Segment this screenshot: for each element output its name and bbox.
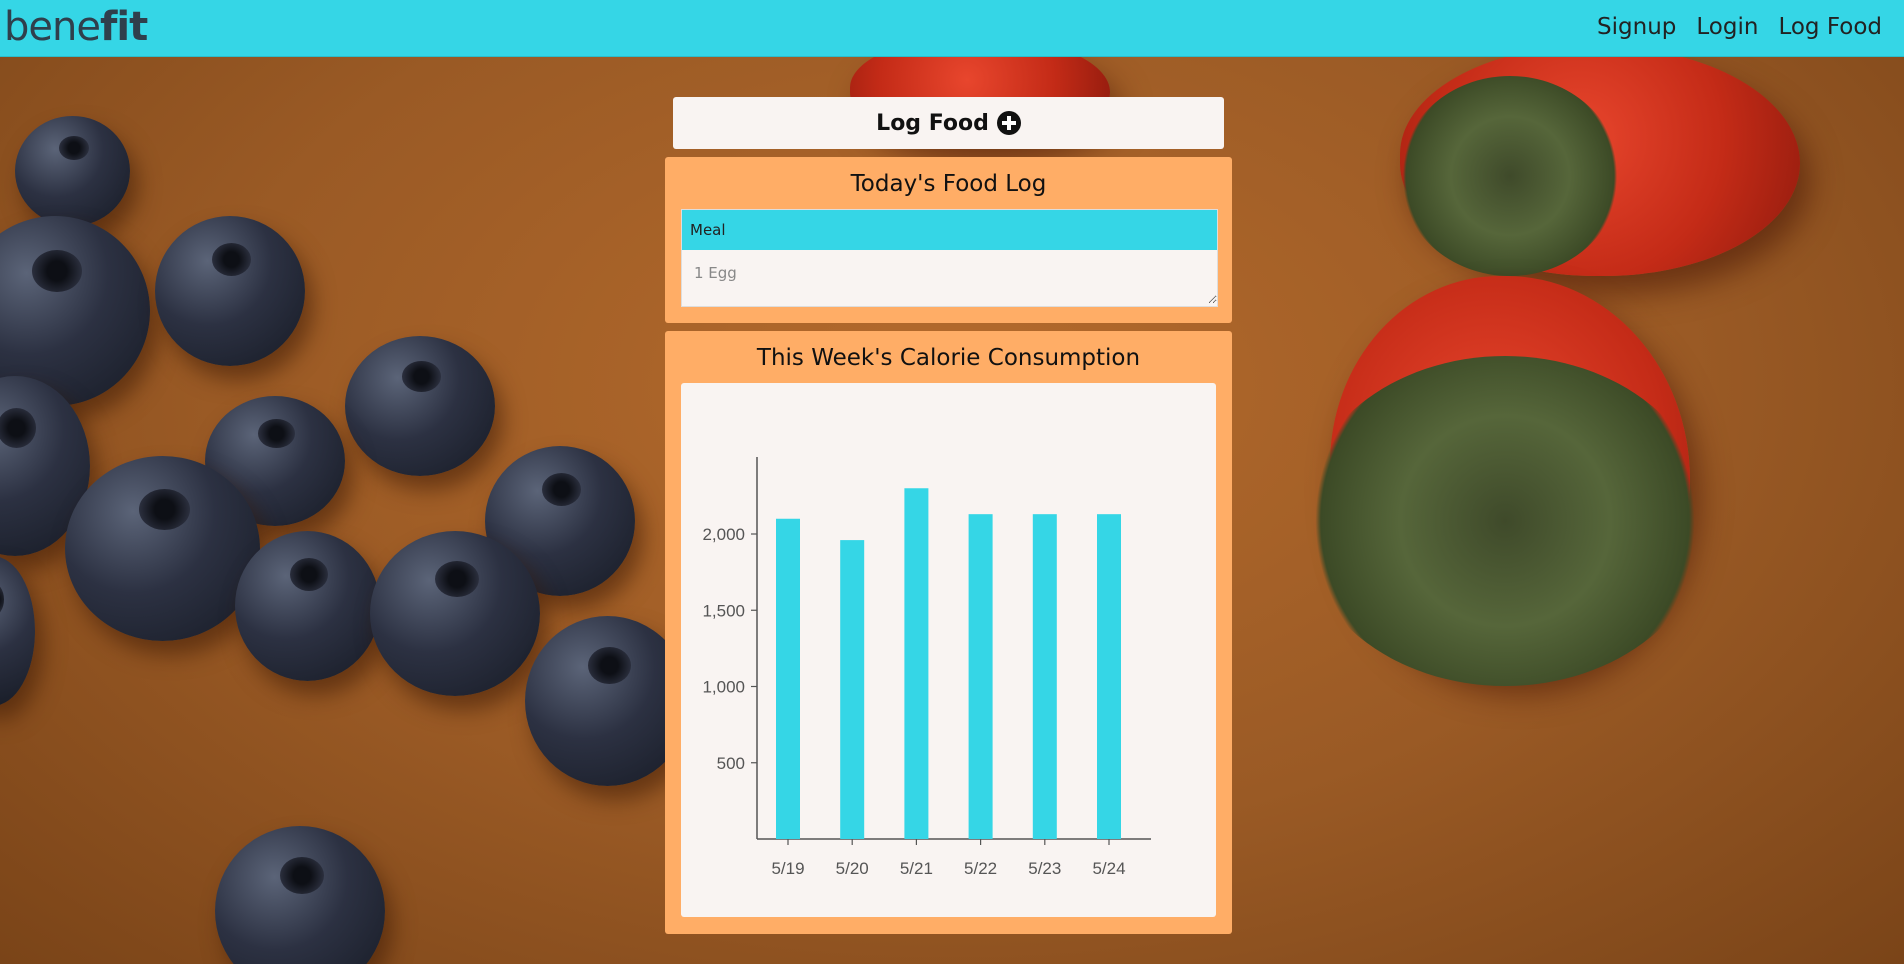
calorie-bar	[840, 540, 865, 839]
calorie-chart-panel: 500 1,000 1,500 2,000 5/19 5/20 5/21 5/22 5/23 5/…	[681, 383, 1216, 917]
blueberry-decoration	[370, 531, 540, 696]
calorie-bar	[968, 514, 993, 839]
x-tick-label: 5/22	[964, 859, 997, 878]
y-tick-label: 500	[717, 754, 745, 773]
brand-logo[interactable]: benefit	[4, 4, 148, 50]
calorie-bar	[1097, 514, 1121, 839]
calorie-bar	[776, 518, 800, 839]
blueberry-decoration	[15, 116, 130, 226]
plus-circle-icon	[996, 111, 1021, 135]
blueberry-decoration	[155, 216, 305, 366]
blueberry-decoration	[65, 456, 260, 641]
nav-links: Signup Login Log Food	[1597, 14, 1882, 40]
y-tick-label: 2,000	[702, 525, 745, 544]
nav-link-log-food[interactable]: Log Food	[1778, 14, 1882, 40]
calorie-bar	[904, 488, 929, 839]
food-log-card: Today's Food Log Meal	[665, 157, 1232, 323]
brand-logo-bold: fit	[99, 4, 148, 50]
log-food-button-label: Log Food	[876, 110, 989, 136]
blueberry-decoration	[0, 556, 35, 706]
x-tick-label: 5/21	[900, 859, 933, 878]
calorie-bar-chart: 500 1,000 1,500 2,000 5/19 5/20 5/21 5/22 5/23 5/…	[702, 457, 1151, 878]
y-tick-label: 1,500	[702, 601, 745, 620]
x-tick-label: 5/20	[836, 859, 869, 878]
meal-header: Meal	[682, 210, 1217, 250]
food-log-title: Today's Food Log	[850, 171, 1047, 197]
nav-link-login[interactable]: Login	[1696, 14, 1758, 40]
top-navbar: benefit Signup Login Log Food	[0, 0, 1904, 57]
strawberry-leaves-decoration	[1400, 76, 1620, 276]
brand-logo-light: bene	[4, 4, 101, 50]
calorie-card: This Week's Calorie Consumption 500 1,000…	[665, 331, 1232, 934]
log-food-button[interactable]: Log Food	[673, 97, 1224, 149]
blueberry-decoration	[345, 336, 495, 476]
x-tick-label: 5/19	[771, 859, 804, 878]
strawberry-leaves-decoration	[1300, 356, 1710, 686]
blueberry-decoration	[215, 826, 385, 964]
y-tick-label: 1,000	[702, 678, 745, 697]
meal-input[interactable]	[682, 250, 1217, 304]
x-tick-label: 5/24	[1092, 859, 1125, 878]
nav-link-signup[interactable]: Signup	[1597, 14, 1676, 40]
calorie-bar	[1032, 514, 1057, 839]
x-tick-label: 5/23	[1028, 859, 1061, 878]
blueberry-decoration	[235, 531, 380, 681]
meal-entry-box: Meal	[681, 209, 1218, 307]
calorie-chart-title: This Week's Calorie Consumption	[756, 345, 1141, 371]
